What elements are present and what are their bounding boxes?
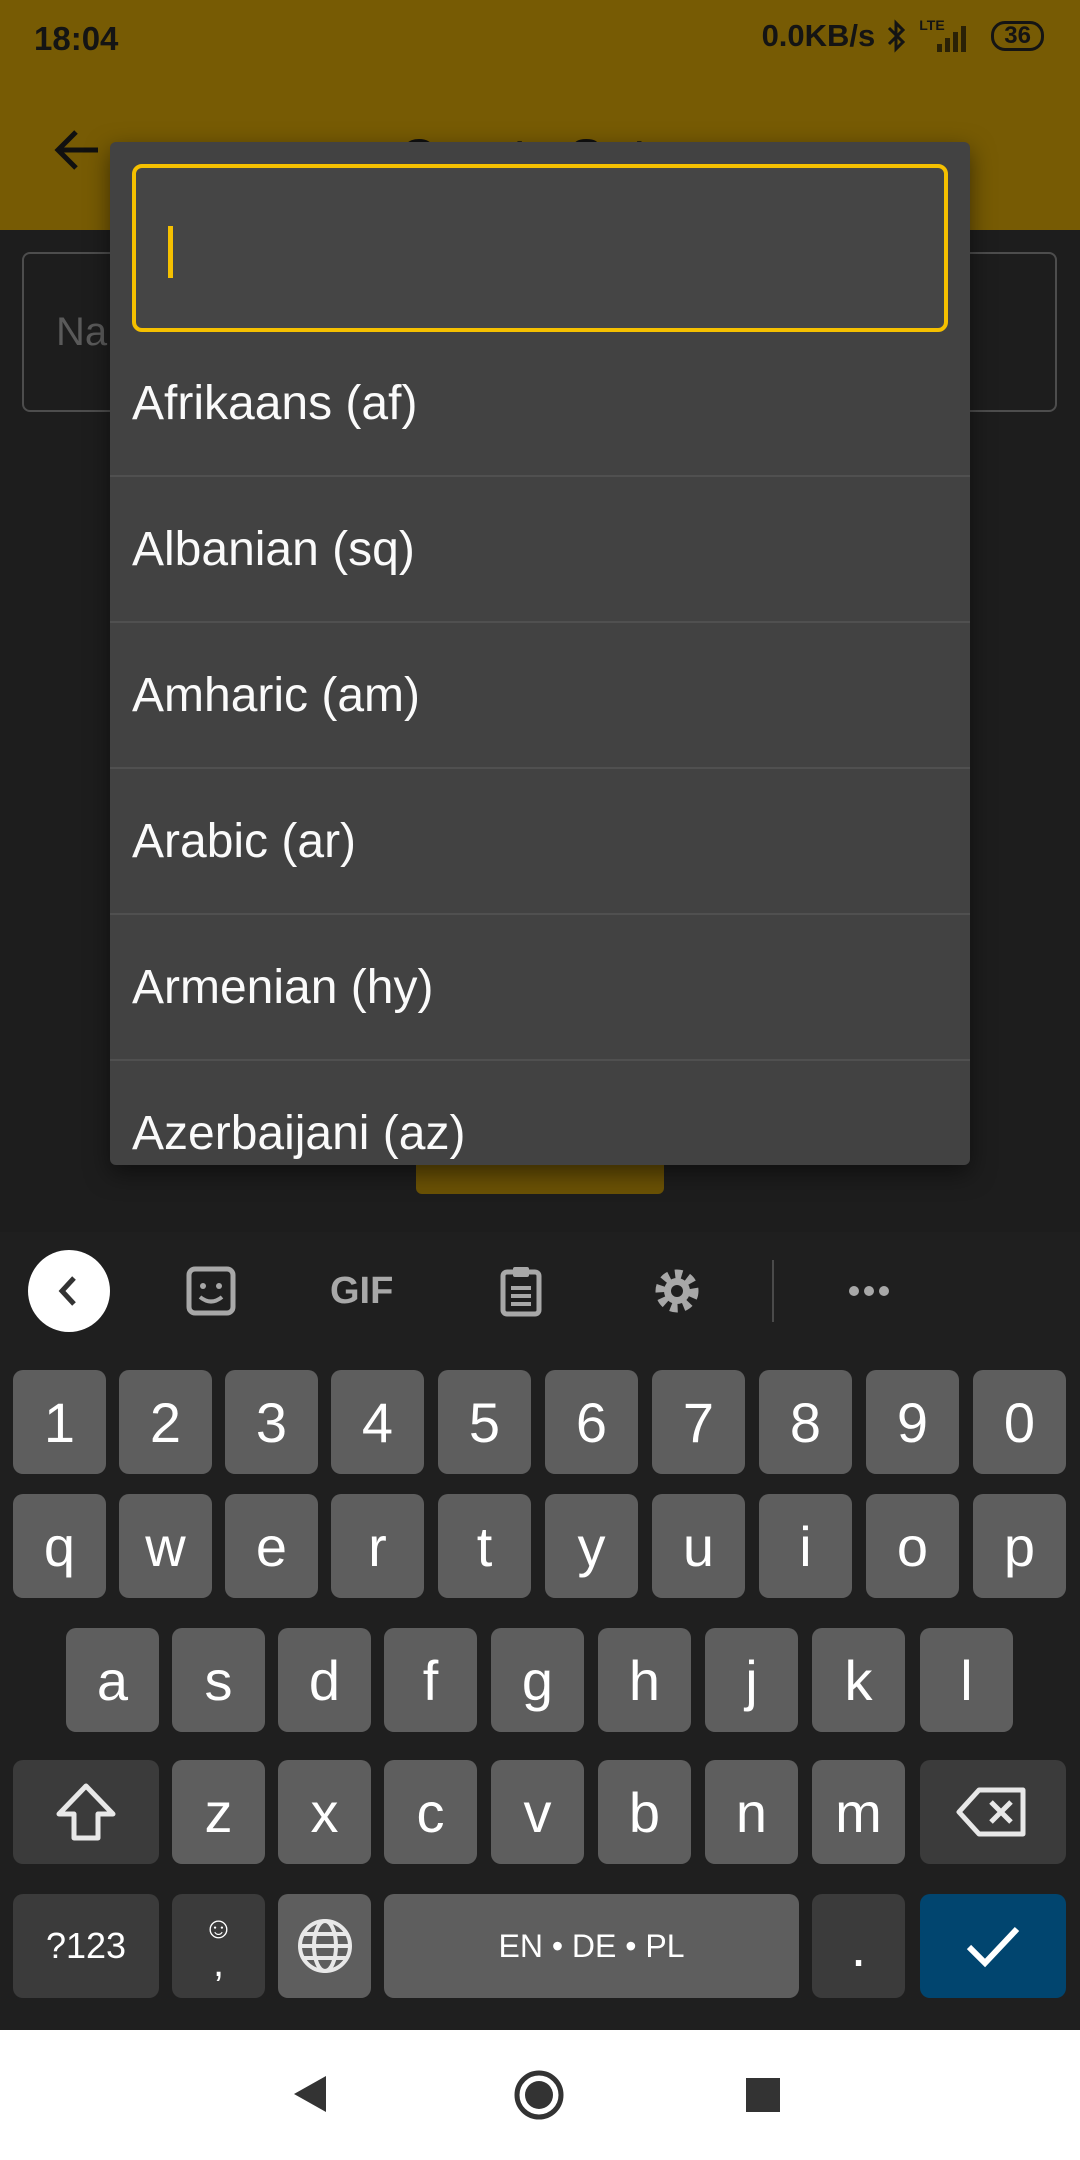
- key-l[interactable]: l: [920, 1628, 1013, 1732]
- signal-icon: LTE: [919, 18, 975, 54]
- backspace-icon: [956, 1787, 1026, 1837]
- gear-icon[interactable]: [650, 1264, 704, 1318]
- symbols-key[interactable]: ?123: [13, 1894, 159, 1998]
- key-d[interactable]: d: [278, 1628, 371, 1732]
- language-search-input[interactable]: [160, 188, 920, 308]
- key-y[interactable]: y: [545, 1494, 638, 1598]
- soft-keyboard: GIF 1 2 3 4 5 6 7 8 9 0 q w e r t y u i …: [0, 1232, 1080, 2030]
- key-7[interactable]: 7: [652, 1370, 745, 1474]
- key-u[interactable]: u: [652, 1494, 745, 1598]
- key-m[interactable]: m: [812, 1760, 905, 1864]
- more-icon[interactable]: [842, 1264, 896, 1318]
- key-9[interactable]: 9: [866, 1370, 959, 1474]
- screen: 18:04 0.0KB/s LTE 36 Create Set Na: [0, 0, 1080, 2160]
- bluetooth-icon: [888, 19, 906, 53]
- key-q[interactable]: q: [13, 1494, 106, 1598]
- key-z[interactable]: z: [172, 1760, 265, 1864]
- key-w[interactable]: w: [119, 1494, 212, 1598]
- key-t[interactable]: t: [438, 1494, 531, 1598]
- chevron-left-icon: [58, 1276, 76, 1306]
- nav-home-icon[interactable]: [512, 2068, 566, 2122]
- key-1[interactable]: 1: [13, 1370, 106, 1474]
- network-type: LTE: [919, 17, 945, 33]
- key-4[interactable]: 4: [331, 1370, 424, 1474]
- battery-icon: 36: [991, 21, 1044, 51]
- keyboard-toolbar: GIF: [0, 1232, 1080, 1350]
- key-0[interactable]: 0: [973, 1370, 1066, 1474]
- language-dropdown: Afrikaans (af) Albanian (sq) Amharic (am…: [110, 142, 970, 1165]
- key-e[interactable]: e: [225, 1494, 318, 1598]
- network-speed: 0.0KB/s: [761, 18, 876, 53]
- nav-recents-icon[interactable]: [746, 2078, 780, 2112]
- gif-icon[interactable]: GIF: [330, 1264, 410, 1318]
- key-c[interactable]: c: [384, 1760, 477, 1864]
- list-item[interactable]: Azerbaijani (az): [110, 1061, 970, 1165]
- name-placeholder: Na: [56, 310, 108, 354]
- key-2[interactable]: 2: [119, 1370, 212, 1474]
- checkmark-icon: [966, 1926, 1020, 1968]
- status-time: 18:04: [34, 20, 119, 57]
- sticker-icon[interactable]: [184, 1264, 238, 1318]
- shift-key[interactable]: [13, 1760, 159, 1864]
- navigation-bar: [0, 2030, 1080, 2160]
- key-f[interactable]: f: [384, 1628, 477, 1732]
- backspace-key[interactable]: [920, 1760, 1066, 1864]
- language-search-box[interactable]: [132, 164, 948, 332]
- list-item[interactable]: Afrikaans (af): [110, 331, 970, 477]
- list-item[interactable]: Armenian (hy): [110, 915, 970, 1061]
- clipboard-icon[interactable]: [494, 1264, 548, 1318]
- language-list: Afrikaans (af) Albanian (sq) Amharic (am…: [110, 331, 970, 1165]
- text-cursor: [168, 226, 173, 278]
- key-8[interactable]: 8: [759, 1370, 852, 1474]
- key-a[interactable]: a: [66, 1628, 159, 1732]
- key-j[interactable]: j: [705, 1628, 798, 1732]
- key-r[interactable]: r: [331, 1494, 424, 1598]
- key-o[interactable]: o: [866, 1494, 959, 1598]
- key-v[interactable]: v: [491, 1760, 584, 1864]
- keyboard-collapse-button[interactable]: [28, 1250, 110, 1332]
- key-h[interactable]: h: [598, 1628, 691, 1732]
- language-switch-key[interactable]: [278, 1894, 371, 1998]
- key-i[interactable]: i: [759, 1494, 852, 1598]
- globe-icon: [297, 1919, 352, 1973]
- list-item[interactable]: Arabic (ar): [110, 769, 970, 915]
- shift-icon: [56, 1783, 116, 1841]
- enter-key[interactable]: [920, 1894, 1066, 1998]
- list-item[interactable]: Amharic (am): [110, 623, 970, 769]
- key-g[interactable]: g: [491, 1628, 584, 1732]
- key-5[interactable]: 5: [438, 1370, 531, 1474]
- nav-back-icon[interactable]: [290, 2072, 330, 2116]
- status-indicators: 0.0KB/s LTE 36: [762, 18, 1044, 54]
- key-6[interactable]: 6: [545, 1370, 638, 1474]
- toolbar-divider: [772, 1260, 774, 1322]
- list-item[interactable]: Albanian (sq): [110, 477, 970, 623]
- comma-emoji-key[interactable]: ☺ ,: [172, 1894, 265, 1998]
- comma-label: ,: [212, 1941, 225, 1985]
- space-key[interactable]: EN • DE • PL: [384, 1894, 799, 1998]
- key-p[interactable]: p: [973, 1494, 1066, 1598]
- key-k[interactable]: k: [812, 1628, 905, 1732]
- period-key[interactable]: .: [812, 1894, 905, 1998]
- status-bar: 18:04 0.0KB/s LTE 36: [0, 0, 1080, 80]
- arrow-left-icon[interactable]: [50, 122, 106, 178]
- key-b[interactable]: b: [598, 1760, 691, 1864]
- key-3[interactable]: 3: [225, 1370, 318, 1474]
- key-s[interactable]: s: [172, 1628, 265, 1732]
- key-x[interactable]: x: [278, 1760, 371, 1864]
- key-n[interactable]: n: [705, 1760, 798, 1864]
